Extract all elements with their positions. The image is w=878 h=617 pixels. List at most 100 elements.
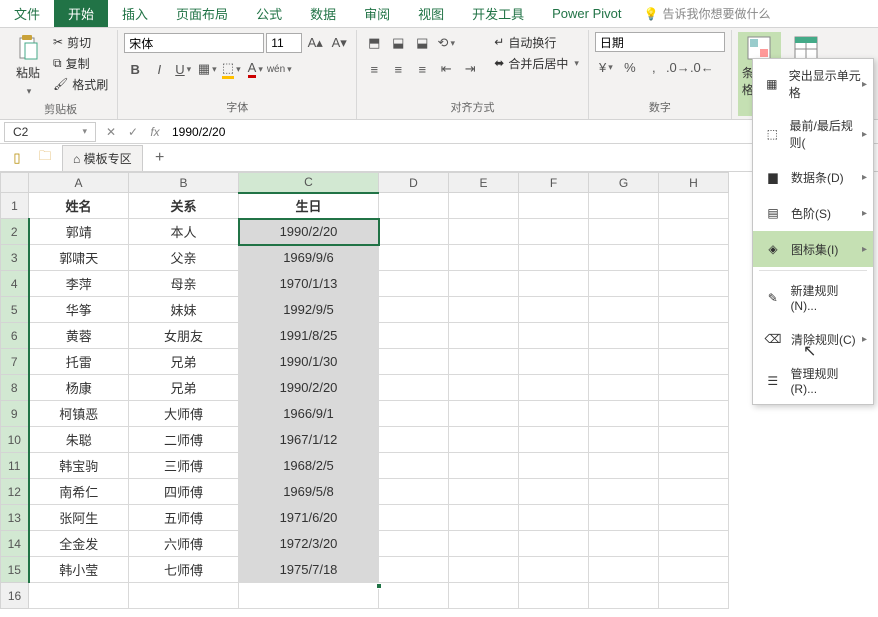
menu-clearrule[interactable]: ⌫清除规则(C) bbox=[753, 321, 873, 357]
name-box[interactable]: C2▾ bbox=[4, 122, 96, 142]
folder-icon[interactable]: 🗀 bbox=[34, 147, 56, 169]
cell-A4[interactable]: 李萍 bbox=[29, 271, 129, 297]
cell-H10[interactable] bbox=[659, 427, 729, 453]
cell-G2[interactable] bbox=[589, 219, 659, 245]
cell-F14[interactable] bbox=[519, 531, 589, 557]
cell-H15[interactable] bbox=[659, 557, 729, 583]
cell-C7[interactable]: 1990/1/30 bbox=[239, 349, 379, 375]
cell-A14[interactable]: 全金发 bbox=[29, 531, 129, 557]
cell-F16[interactable] bbox=[519, 583, 589, 609]
cell-A11[interactable]: 韩宝驹 bbox=[29, 453, 129, 479]
cell-G8[interactable] bbox=[589, 375, 659, 401]
cell-A15[interactable]: 韩小莹 bbox=[29, 557, 129, 583]
decrease-indent-icon[interactable]: ⇤ bbox=[435, 58, 457, 80]
fx-icon[interactable]: fx bbox=[144, 125, 166, 139]
cell-E8[interactable] bbox=[449, 375, 519, 401]
cell-D5[interactable] bbox=[379, 297, 449, 323]
number-format-combo[interactable] bbox=[595, 32, 725, 52]
row-header-3[interactable]: 3 bbox=[1, 245, 29, 271]
menu-iconset[interactable]: ◈图标集(I) bbox=[753, 231, 873, 267]
cell-D11[interactable] bbox=[379, 453, 449, 479]
col-header-D[interactable]: D bbox=[379, 173, 449, 193]
cell-B8[interactable]: 兄弟 bbox=[129, 375, 239, 401]
cell-D6[interactable] bbox=[379, 323, 449, 349]
cell-F2[interactable] bbox=[519, 219, 589, 245]
row-header-13[interactable]: 13 bbox=[1, 505, 29, 531]
cell-F9[interactable] bbox=[519, 401, 589, 427]
row-header-10[interactable]: 10 bbox=[1, 427, 29, 453]
fill-handle[interactable] bbox=[376, 583, 382, 589]
cell-C5[interactable]: 1992/9/5 bbox=[239, 297, 379, 323]
cell-H12[interactable] bbox=[659, 479, 729, 505]
row-header-15[interactable]: 15 bbox=[1, 557, 29, 583]
cell-C10[interactable]: 1967/1/12 bbox=[239, 427, 379, 453]
col-header-A[interactable]: A bbox=[29, 173, 129, 193]
tab-8[interactable]: 开发工具 bbox=[458, 0, 538, 27]
align-bottom-icon[interactable]: ⬓ bbox=[411, 32, 433, 54]
cell-E5[interactable] bbox=[449, 297, 519, 323]
menu-databar[interactable]: ▆数据条(D) bbox=[753, 159, 873, 195]
tell-me-search[interactable]: 💡告诉我你想要做什么 bbox=[644, 0, 771, 27]
font-name-combo[interactable] bbox=[124, 33, 264, 53]
tab-6[interactable]: 审阅 bbox=[350, 0, 404, 27]
cell-D15[interactable] bbox=[379, 557, 449, 583]
cell-G16[interactable] bbox=[589, 583, 659, 609]
cell-H3[interactable] bbox=[659, 245, 729, 271]
border-button[interactable]: ▦ bbox=[196, 58, 218, 80]
align-middle-icon[interactable]: ⬓ bbox=[387, 32, 409, 54]
cell-H8[interactable] bbox=[659, 375, 729, 401]
cell-C16[interactable] bbox=[239, 583, 379, 609]
bold-button[interactable]: B bbox=[124, 58, 146, 80]
cell-D12[interactable] bbox=[379, 479, 449, 505]
align-left-icon[interactable]: ≡ bbox=[363, 58, 385, 80]
col-header-G[interactable]: G bbox=[589, 173, 659, 193]
row-header-4[interactable]: 4 bbox=[1, 271, 29, 297]
cell-F5[interactable] bbox=[519, 297, 589, 323]
cell-F6[interactable] bbox=[519, 323, 589, 349]
cell-C15[interactable]: 1975/7/18 bbox=[239, 557, 379, 583]
cut-button[interactable]: ✂剪切 bbox=[50, 32, 111, 52]
increase-decimal-icon[interactable]: .0→ bbox=[667, 56, 689, 78]
cell-A3[interactable]: 郭啸天 bbox=[29, 245, 129, 271]
cell-C12[interactable]: 1969/5/8 bbox=[239, 479, 379, 505]
underline-button[interactable]: U bbox=[172, 58, 194, 80]
menu-toprules[interactable]: ⬚最前/最后规则( bbox=[753, 109, 873, 159]
cell-F1[interactable] bbox=[519, 193, 589, 219]
tab-2[interactable]: 插入 bbox=[108, 0, 162, 27]
italic-button[interactable]: I bbox=[148, 58, 170, 80]
col-header-F[interactable]: F bbox=[519, 173, 589, 193]
currency-icon[interactable]: ¥ bbox=[595, 56, 617, 78]
cell-D10[interactable] bbox=[379, 427, 449, 453]
cell-F12[interactable] bbox=[519, 479, 589, 505]
cell-D16[interactable] bbox=[379, 583, 449, 609]
cell-E14[interactable] bbox=[449, 531, 519, 557]
cell-E15[interactable] bbox=[449, 557, 519, 583]
cell-F3[interactable] bbox=[519, 245, 589, 271]
tab-3[interactable]: 页面布局 bbox=[162, 0, 242, 27]
cell-H4[interactable] bbox=[659, 271, 729, 297]
menu-colorscale[interactable]: ▤色阶(S) bbox=[753, 195, 873, 231]
worksheet-grid[interactable]: ABCDEFGH1姓名关系生日2郭靖本人1990/2/203郭啸天父亲1969/… bbox=[0, 172, 878, 615]
cell-H5[interactable] bbox=[659, 297, 729, 323]
accept-formula-icon[interactable]: ✓ bbox=[122, 125, 144, 139]
cell-B3[interactable]: 父亲 bbox=[129, 245, 239, 271]
cell-E1[interactable] bbox=[449, 193, 519, 219]
decrease-decimal-icon[interactable]: .0← bbox=[691, 56, 713, 78]
cell-D8[interactable] bbox=[379, 375, 449, 401]
cell-B4[interactable]: 母亲 bbox=[129, 271, 239, 297]
cell-B6[interactable]: 女朋友 bbox=[129, 323, 239, 349]
cell-F10[interactable] bbox=[519, 427, 589, 453]
format-painter-button[interactable]: 🖌格式刷 bbox=[50, 74, 111, 94]
cell-B7[interactable]: 兄弟 bbox=[129, 349, 239, 375]
cell-A5[interactable]: 华筝 bbox=[29, 297, 129, 323]
cell-F15[interactable] bbox=[519, 557, 589, 583]
cell-B10[interactable]: 二师傅 bbox=[129, 427, 239, 453]
cell-G3[interactable] bbox=[589, 245, 659, 271]
col-header-C[interactable]: C bbox=[239, 173, 379, 193]
cell-A9[interactable]: 柯镇恶 bbox=[29, 401, 129, 427]
row-header-5[interactable]: 5 bbox=[1, 297, 29, 323]
fill-color-button[interactable]: ⬚ bbox=[220, 58, 242, 80]
cell-F11[interactable] bbox=[519, 453, 589, 479]
cell-E12[interactable] bbox=[449, 479, 519, 505]
cell-G9[interactable] bbox=[589, 401, 659, 427]
